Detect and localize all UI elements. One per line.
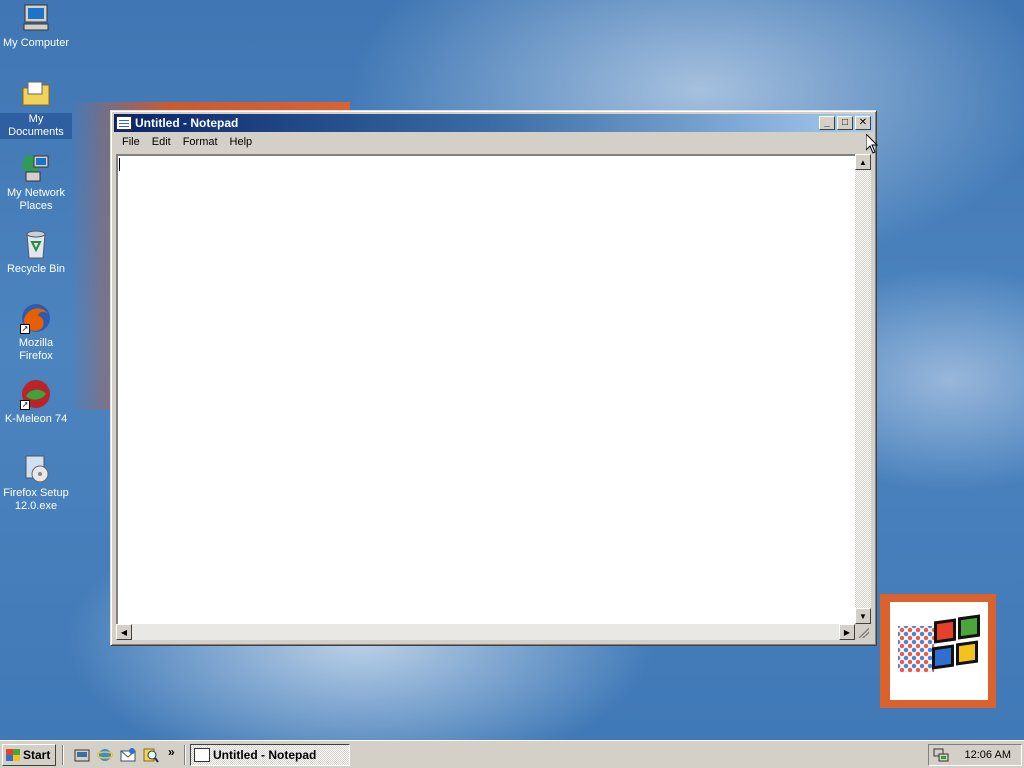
desktop-icon-kmeleon[interactable]: ↗ K-Meleon 74 — [0, 378, 72, 426]
my-documents-icon — [20, 78, 52, 110]
desktop-icon-network-places[interactable]: My Network Places — [0, 152, 72, 213]
menu-file[interactable]: File — [116, 136, 146, 148]
maximize-button[interactable]: □ — [837, 116, 853, 130]
recycle-bin-icon — [20, 228, 52, 260]
network-tray-icon[interactable] — [933, 748, 949, 762]
desktop-icon-my-documents[interactable]: My Documents — [0, 78, 72, 139]
minimize-button[interactable]: _ — [819, 116, 835, 130]
firefox-icon: ↗ — [20, 302, 52, 334]
taskbar-separator — [184, 745, 186, 765]
clock[interactable]: 12:06 AM — [965, 749, 1011, 761]
menu-bar: File Edit Format Help — [114, 132, 873, 151]
network-places-icon — [20, 152, 52, 184]
desktop-icon-label: K-Meleon 74 — [4, 413, 68, 425]
desktop-icon-my-computer[interactable]: My Computer — [0, 2, 72, 50]
desktop-icon-label: Firefox Setup 12.0.exe — [3, 487, 69, 512]
desktop-icon-label: My Documents — [0, 113, 72, 139]
notepad-icon — [194, 748, 210, 762]
desktop-icon-firefox[interactable]: ↗ Mozilla Firefox — [0, 302, 72, 363]
show-desktop-icon[interactable] — [74, 747, 90, 763]
menu-format[interactable]: Format — [177, 136, 224, 148]
start-button[interactable]: Start — [2, 744, 56, 766]
desktop-icon-label: Recycle Bin — [6, 263, 66, 275]
kmeleon-icon: ↗ — [20, 378, 52, 410]
desktop-icon-label: My Computer — [2, 37, 70, 49]
windows-flag-icon — [6, 749, 20, 761]
desktop-icon-firefox-setup[interactable]: Firefox Setup 12.0.exe — [0, 452, 72, 513]
desktop-icon-label: My Network Places — [6, 187, 66, 212]
windows-logo — [890, 602, 988, 700]
taskbar-separator — [62, 745, 64, 765]
menu-edit[interactable]: Edit — [146, 136, 177, 148]
internet-explorer-icon[interactable] — [97, 747, 113, 763]
text-editor[interactable] — [116, 154, 871, 640]
desktop-icon-label: Mozilla Firefox — [18, 337, 54, 362]
my-computer-icon — [20, 2, 52, 34]
start-label: Start — [23, 748, 51, 762]
installer-icon — [20, 452, 52, 484]
search-icon[interactable] — [143, 747, 159, 763]
close-button[interactable]: ✕ — [855, 116, 871, 130]
taskbar-item-notepad[interactable]: Untitled - Notepad — [190, 744, 350, 766]
quick-launch-more-button[interactable]: » — [168, 745, 175, 759]
taskbar: Start » Untitled - Notepad 12:06 AM — [0, 740, 1024, 768]
notepad-icon — [116, 116, 132, 130]
menu-help[interactable]: Help — [224, 136, 259, 148]
title-bar[interactable]: Untitled - Notepad _ □ ✕ — [114, 114, 873, 132]
notepad-window[interactable]: Untitled - Notepad _ □ ✕ File Edit Forma… — [110, 110, 877, 646]
outlook-express-icon[interactable] — [120, 747, 136, 763]
window-title: Untitled - Notepad — [135, 116, 239, 130]
system-tray: 12:06 AM — [928, 744, 1022, 766]
mouse-cursor-icon — [866, 134, 878, 154]
taskbar-item-label: Untitled - Notepad — [213, 748, 317, 762]
desktop-icon-recycle-bin[interactable]: Recycle Bin — [0, 228, 72, 276]
